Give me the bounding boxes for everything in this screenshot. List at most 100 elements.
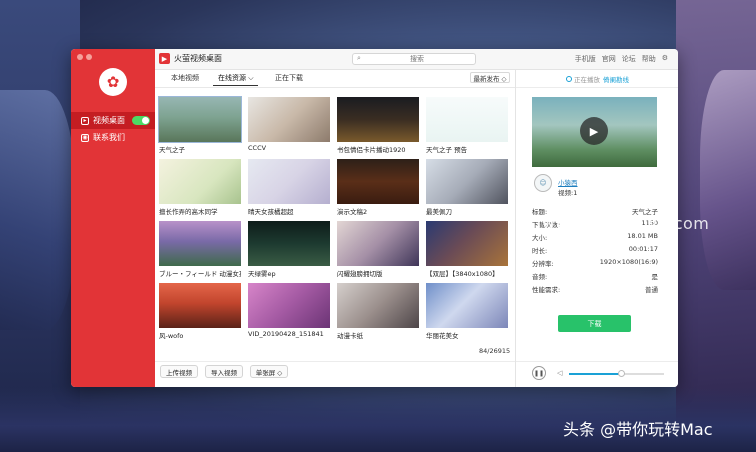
video-card[interactable]: VID_20190428_151841 <box>248 283 330 338</box>
video-thumbnail[interactable] <box>426 221 508 266</box>
video-card[interactable]: CCCV <box>248 97 330 152</box>
firefly-logo-icon: ✿ <box>106 72 120 91</box>
now-playing-label: 正在播放 <box>574 75 600 84</box>
gear-icon[interactable]: ⚙ <box>662 54 668 64</box>
video-caption: 闪耀翅膀拥切版 <box>337 270 383 278</box>
video-thumbnail[interactable] <box>337 283 419 328</box>
download-button[interactable]: 下载 <box>558 315 631 332</box>
detail-value: 00:01:17 <box>628 245 658 253</box>
sidebar-item-label: 视频桌面 <box>93 116 125 125</box>
video-card[interactable]: 演示文稿2 <box>337 159 419 216</box>
wallpaper-art-right <box>700 70 756 290</box>
detail-row: 性能需求: 普通 <box>532 284 658 294</box>
video-card[interactable]: 华丽花美女 <box>426 283 508 340</box>
video-card[interactable]: 风-wofo <box>159 283 241 340</box>
video-card[interactable]: ブルー・フィールド 动漫女孩 <box>159 221 241 278</box>
volume-knob[interactable] <box>618 370 626 377</box>
bottom-bar: 上传视频 导入视频 单张屏 ◇ <box>155 361 515 387</box>
video-caption: 风-wofo <box>159 332 184 340</box>
tab-online-resources[interactable]: 在线资源 ⌵ <box>218 73 254 83</box>
page-count: 84/26915 <box>479 347 511 355</box>
video-card[interactable]: 【双层】【3840x1080】 <box>426 221 508 278</box>
search-input[interactable] <box>367 54 467 64</box>
sort-dropdown[interactable]: 最新发布 ◇ <box>470 72 510 83</box>
tab-local-videos[interactable]: 本地视频 <box>171 73 199 83</box>
upload-video-button[interactable]: 上传视频 <box>160 365 198 378</box>
link-mobile[interactable]: 手机版 <box>575 54 596 64</box>
minimize-window-button[interactable] <box>86 54 92 60</box>
video-caption: 天气之子 预告 <box>426 146 468 154</box>
video-preview[interactable]: ▶ <box>532 97 657 167</box>
footer-brand: 头条 @带你玩转Mac <box>563 420 713 439</box>
volume-slider[interactable] <box>569 370 664 377</box>
video-thumbnail[interactable] <box>337 97 419 142</box>
uploader-name[interactable]: 小猿西 <box>558 177 578 187</box>
contact-icon: ◉ <box>81 133 89 142</box>
search-box[interactable]: ⌕ <box>352 53 476 65</box>
video-thumbnail[interactable] <box>426 283 508 328</box>
detail-value: 1920×1080(16:9) <box>599 258 658 266</box>
video-caption: VID_20190428_151841 <box>248 330 324 338</box>
sidebar-item-video-desktop[interactable]: ▸ 视频桌面 <box>71 112 155 129</box>
video-caption: 擅长作弄的高木同学 <box>159 208 218 216</box>
playing-icon <box>566 75 572 82</box>
screen-mode-dropdown[interactable]: 单张屏 ◇ <box>250 365 288 378</box>
video-caption: 最美佩刀 <box>426 208 452 216</box>
video-thumbnail[interactable] <box>337 221 419 266</box>
video-card[interactable]: 书包情侣卡片播动1920 <box>337 97 419 154</box>
pause-icon[interactable]: ❚❚ <box>532 366 546 380</box>
video-caption: 书包情侣卡片播动1920 <box>337 146 406 154</box>
detail-value: 是 <box>651 273 659 281</box>
detail-row: 时长: 00:01:17 <box>532 245 658 255</box>
detail-key: 音频: <box>532 273 548 281</box>
tab-downloading[interactable]: 正在下载 <box>275 73 303 83</box>
video-card[interactable]: 擅长作弄的高木同学 <box>159 159 241 216</box>
video-thumbnail[interactable] <box>158 96 242 143</box>
video-thumbnail[interactable] <box>337 159 419 204</box>
sidebar-item-label: 联系我们 <box>93 133 125 142</box>
detail-key: 大小: <box>532 234 548 242</box>
video-card[interactable]: 闪耀翅膀拥切版 <box>337 221 419 278</box>
video-caption: 天气之子 <box>159 146 185 154</box>
video-card[interactable]: 天绿雾ep <box>248 221 330 278</box>
video-icon: ▸ <box>81 116 89 125</box>
sidebar-item-contact[interactable]: ◉ 联系我们 <box>71 129 155 146</box>
video-caption: 演示文稿2 <box>337 208 368 216</box>
video-card[interactable]: 天气之子 <box>158 96 242 154</box>
video-thumbnail[interactable] <box>248 283 330 328</box>
video-thumbnail[interactable] <box>248 97 330 142</box>
avatar[interactable]: ☺ <box>534 174 552 192</box>
detail-row: 大小: 18.01 MB <box>532 232 658 242</box>
video-card[interactable]: 晴天女孩橘超超 <box>248 159 330 216</box>
detail-row: 分辨率: 1920×1080(16:9) <box>532 258 658 268</box>
video-desktop-toggle[interactable] <box>132 116 150 125</box>
link-official-site[interactable]: 官网 <box>602 54 616 64</box>
video-card[interactable]: 天气之子 预告 <box>426 97 508 154</box>
video-thumbnail[interactable] <box>159 159 241 204</box>
import-video-button[interactable]: 导入视频 <box>205 365 243 378</box>
top-links: 手机版 官网 论坛 帮助 ⚙ <box>575 54 668 64</box>
video-count: 视频:1 <box>558 189 578 197</box>
video-thumbnail[interactable] <box>159 283 241 328</box>
app-icon: ▶ <box>159 53 170 64</box>
detail-key: 性能需求: <box>532 286 561 294</box>
video-thumbnail[interactable] <box>248 221 330 266</box>
detail-key: 分辨率: <box>532 260 554 268</box>
video-caption: 华丽花美女 <box>426 332 459 340</box>
close-window-button[interactable] <box>77 54 83 60</box>
active-tab-indicator <box>213 85 258 86</box>
play-icon[interactable]: ▶ <box>580 117 608 145</box>
now-playing-title[interactable]: 倚阑勘线 <box>603 74 629 84</box>
video-thumbnail[interactable] <box>248 159 330 204</box>
link-forum[interactable]: 论坛 <box>622 54 636 64</box>
video-thumbnail[interactable] <box>426 159 508 204</box>
video-thumbnail[interactable] <box>159 221 241 266</box>
video-grid: 天气之子 CCCV 书包情侣卡片播动1920 天气之子 预告擅长作弄的高木同学 晴天女孩… <box>158 96 515 345</box>
wallpaper-art-left <box>0 90 75 330</box>
video-thumbnail[interactable] <box>426 97 508 142</box>
video-card[interactable]: 最美佩刀 <box>426 159 508 216</box>
link-help[interactable]: 帮助 <box>642 54 656 64</box>
tab-bar: 本地视频 在线资源 ⌵ 正在下载 最新发布 ◇ <box>155 70 515 88</box>
volume-fill <box>569 373 622 375</box>
video-card[interactable]: 动漫卡纸 <box>337 283 419 340</box>
